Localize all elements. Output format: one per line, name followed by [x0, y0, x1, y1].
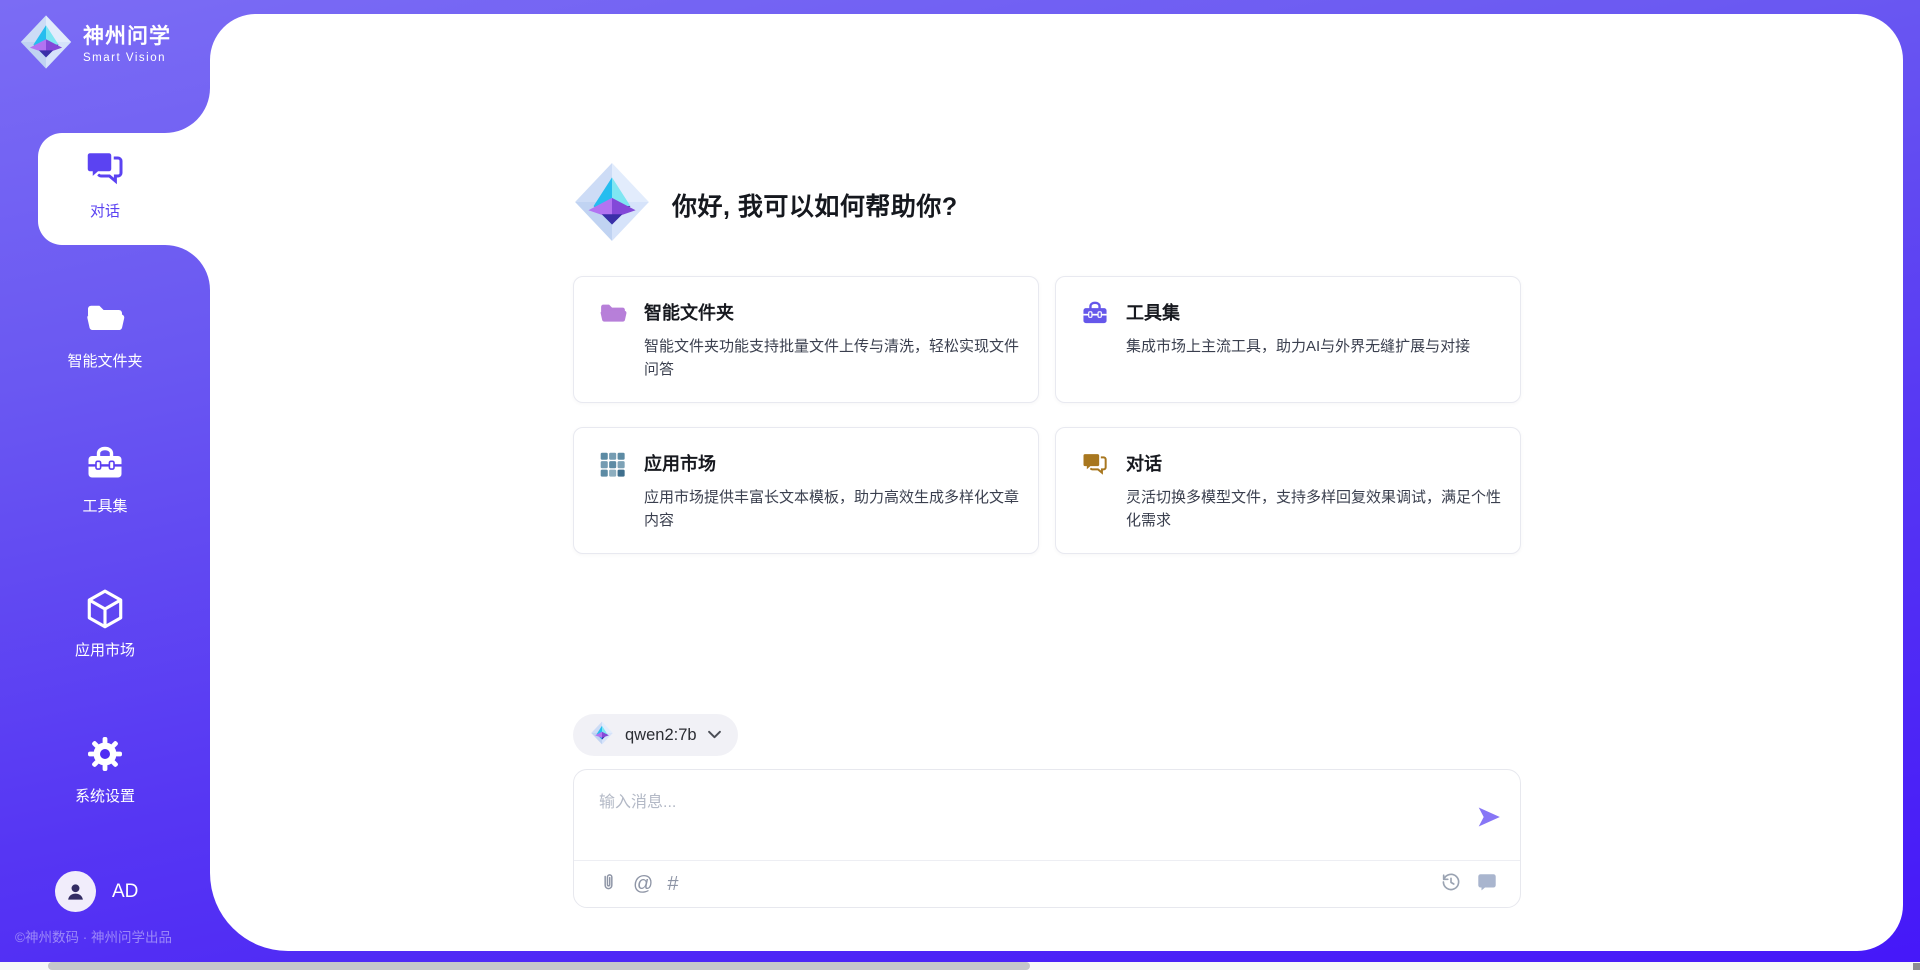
card-chat[interactable]: 对话 灵活切换多模型文件，支持多样回复效果调试，满足个性化需求: [1055, 427, 1521, 554]
greeting-title: 你好, 我可以如何帮助你?: [672, 187, 958, 223]
brand-name: 神州问学: [83, 25, 171, 49]
card-description: 应用市场提供丰富长文本模板，助力高效生成多样化文章内容: [644, 487, 1028, 533]
card-description: 智能文件夹功能支持批量文件上传与清洗，轻松实现文件问答: [644, 336, 1028, 382]
chat-icon: [1081, 451, 1126, 553]
assistant-logo-icon: [571, 161, 653, 248]
feature-cards: 智能文件夹 智能文件夹功能支持批量文件上传与清洗，轻松实现文件问答 工具集 集成…: [573, 276, 1521, 554]
sidebar-item-label: 工具集: [82, 495, 127, 516]
message-input[interactable]: [599, 788, 1459, 818]
paperclip-icon: [598, 871, 619, 898]
sidebar-item-smart-folder[interactable]: 智能文件夹: [0, 299, 210, 371]
sidebar-item-label: 对话: [90, 200, 120, 221]
hashtag-icon: #: [667, 874, 678, 894]
message-composer: @ #: [573, 769, 1521, 908]
scrollbar-thumb[interactable]: [48, 962, 1030, 970]
sidebar-item-label: 应用市场: [75, 639, 135, 660]
card-title: 工具集: [1126, 299, 1510, 325]
main-content-panel: 你好, 我可以如何帮助你? 智能文件夹 智能文件夹功能支持批量文件上传与清洗，轻…: [210, 14, 1903, 951]
folder-icon: [599, 300, 644, 402]
folder-icon: [85, 299, 125, 339]
model-name: qwen2:7b: [625, 726, 697, 745]
send-icon: [1476, 818, 1502, 833]
mention-button[interactable]: @: [633, 874, 653, 894]
sidebar-item-settings[interactable]: 系统设置: [0, 734, 210, 806]
gear-icon: [85, 734, 125, 774]
history-icon: [1440, 871, 1462, 897]
sidebar: 神州问学 Smart Vision 对话 智能文件夹: [0, 0, 210, 970]
feedback-button[interactable]: [1476, 871, 1498, 897]
user-initials: AD: [112, 881, 138, 903]
sidebar-item-toolset[interactable]: 工具集: [0, 444, 210, 516]
sidebar-item-label: 系统设置: [75, 785, 135, 806]
brand-subtitle: Smart Vision: [83, 52, 171, 64]
at-sign-icon: @: [633, 874, 653, 894]
sidebar-item-label: 智能文件夹: [67, 350, 142, 371]
scrollbar-corner: [1913, 963, 1920, 970]
toolbox-icon: [85, 444, 125, 484]
sidebar-footer: ©神州数码 · 神州问学出品: [15, 926, 172, 946]
card-title: 应用市场: [644, 450, 1028, 476]
card-title: 智能文件夹: [644, 299, 1028, 325]
hashtag-button[interactable]: #: [667, 874, 678, 894]
brand: 神州问学 Smart Vision: [18, 14, 171, 75]
chevron-down-icon: [708, 726, 721, 744]
card-app-market[interactable]: 应用市场 应用市场提供丰富长文本模板，助力高效生成多样化文章内容: [573, 427, 1039, 554]
send-button[interactable]: [1476, 804, 1502, 833]
card-toolset[interactable]: 工具集 集成市场上主流工具，助力AI与外界无缝扩展与对接: [1055, 276, 1521, 403]
card-smart-folder[interactable]: 智能文件夹 智能文件夹功能支持批量文件上传与清洗，轻松实现文件问答: [573, 276, 1039, 403]
greeting-block: 你好, 我可以如何帮助你?: [571, 161, 958, 248]
user-profile[interactable]: AD: [55, 871, 138, 912]
model-selector[interactable]: qwen2:7b: [573, 714, 738, 756]
composer-toolbar: @ #: [598, 861, 1498, 907]
attach-button[interactable]: [598, 871, 619, 898]
avatar: [55, 871, 96, 912]
horizontal-scrollbar: [0, 962, 1920, 970]
cube-icon: [84, 588, 126, 628]
sidebar-item-app-market[interactable]: 应用市场: [0, 588, 210, 660]
card-description: 集成市场上主流工具，助力AI与外界无缝扩展与对接: [1126, 336, 1510, 359]
message-icon: [1476, 871, 1498, 897]
card-title: 对话: [1126, 450, 1510, 476]
toolbox-icon: [1081, 300, 1126, 402]
grid-icon: [599, 451, 644, 553]
brand-logo-icon: [18, 14, 74, 75]
chat-icon: [84, 149, 126, 189]
sidebar-item-chat[interactable]: 对话: [0, 149, 210, 221]
model-logo-icon: [590, 721, 614, 750]
history-button[interactable]: [1440, 871, 1462, 897]
card-description: 灵活切换多模型文件，支持多样回复效果调试，满足个性化需求: [1126, 487, 1510, 533]
